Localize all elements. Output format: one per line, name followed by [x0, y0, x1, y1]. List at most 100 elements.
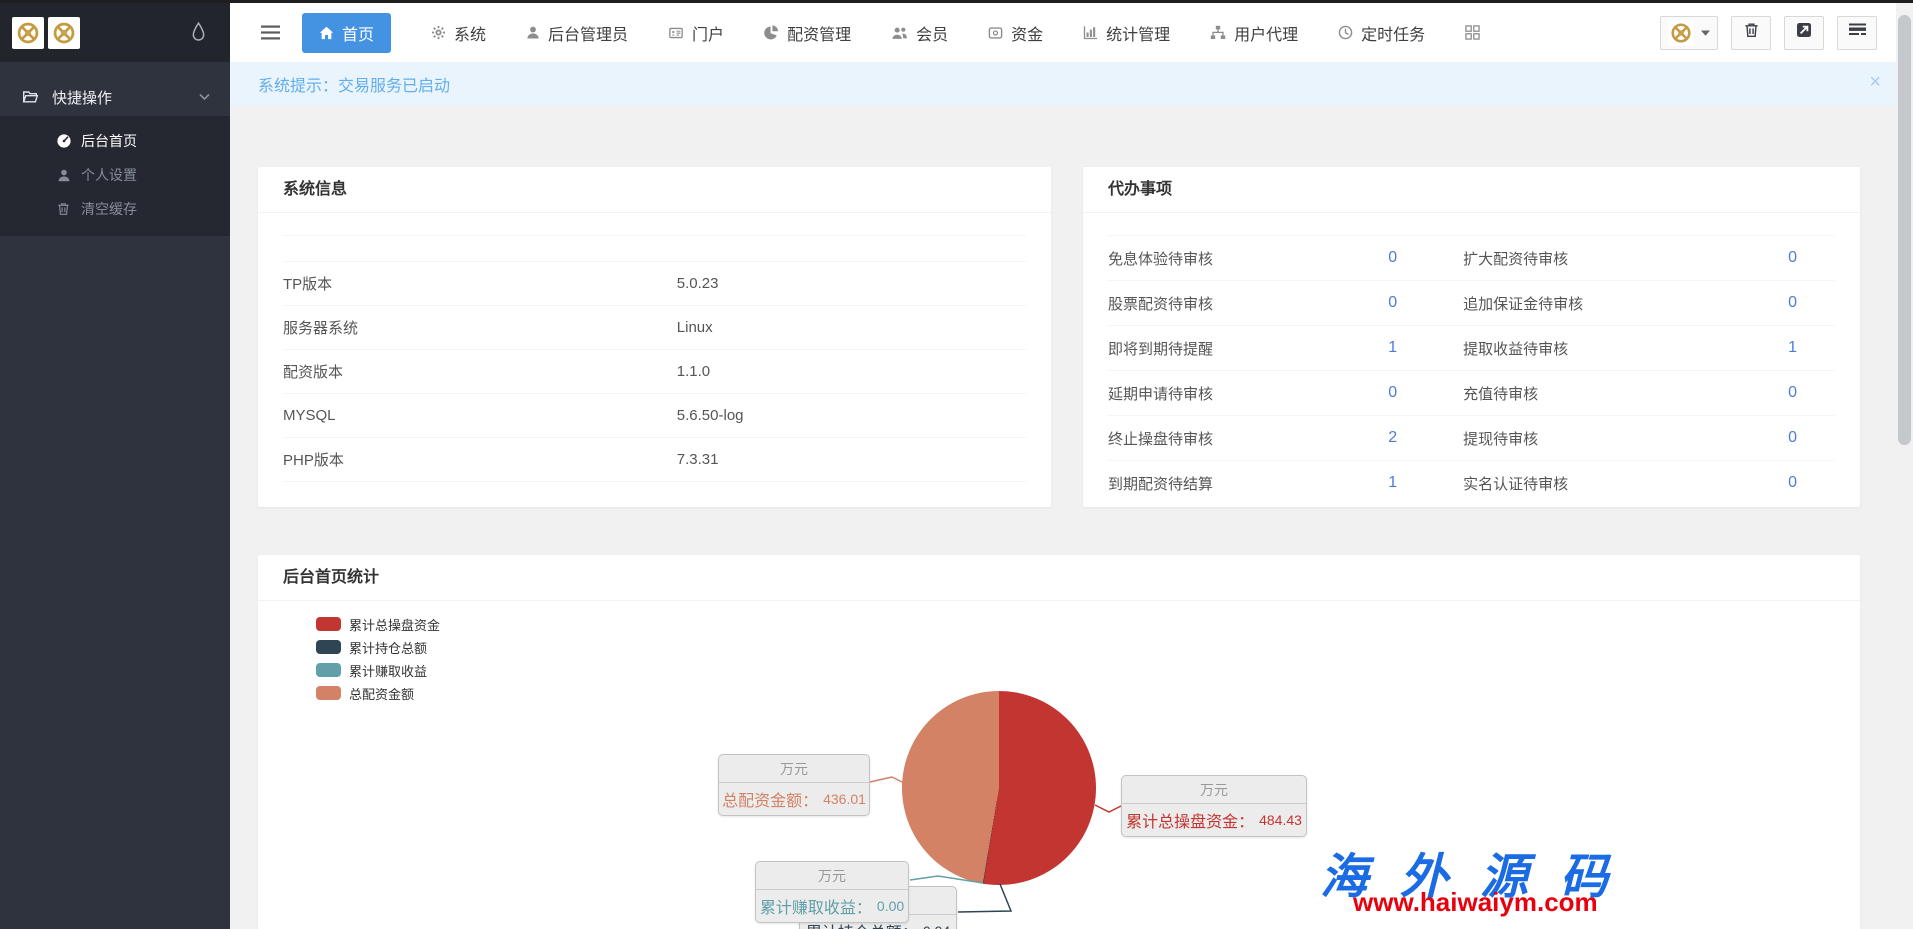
sidebar-item-dashboard[interactable]: 后台首页: [0, 124, 230, 158]
gear-icon: [431, 25, 446, 40]
legend-item[interactable]: 累计总操盘资金: [316, 617, 440, 631]
todo-count-link[interactable]: 0: [1326, 236, 1435, 281]
sidebar-group-quick-actions[interactable]: 快捷操作: [0, 78, 230, 116]
sidebar-item-label: 清空缓存: [81, 199, 137, 219]
legend-label: 累计持仓总额: [349, 638, 427, 657]
clock-icon: [1338, 25, 1353, 40]
user-icon: [55, 168, 72, 183]
pie-chart[interactable]: [902, 691, 1096, 885]
nav-item-allocation[interactable]: 配资管理: [764, 13, 851, 53]
legend-item[interactable]: 总配资金额: [316, 686, 440, 700]
table-row: PHP版本7.3.31: [283, 438, 1026, 482]
legend-label: 累计总操盘资金: [349, 615, 440, 634]
table-row: MYSQL5.6.50-log: [283, 394, 1026, 438]
todo-label: 追加保证金待审核: [1435, 281, 1711, 326]
label-name: 累计总操盘资金: [1126, 814, 1238, 831]
scrollbar-thumb[interactable]: [1898, 15, 1911, 445]
legend-swatch: [316, 663, 341, 677]
nav-item-label: 系统: [454, 21, 486, 45]
row-value: 5.0.23: [677, 262, 1026, 306]
label-name: 累计持仓总额: [806, 925, 902, 929]
nav-item-portal[interactable]: 门户: [668, 13, 724, 53]
todo-count-link[interactable]: 1: [1326, 461, 1435, 506]
table-row: 股票配资待审核0追加保证金待审核0: [1108, 281, 1835, 326]
table-row: 服务器系统Linux: [283, 306, 1026, 350]
alert-text: 系统提示：交易服务已启动: [258, 72, 450, 96]
bar-chart-icon: [1083, 25, 1098, 40]
todo-count-link[interactable]: 0: [1711, 371, 1835, 416]
chart-legend: 累计总操盘资金 累计持仓总额 累计赚取收益 总配资金额: [316, 617, 440, 709]
caret-down-icon: [1701, 30, 1710, 36]
folder-open-icon: [22, 89, 39, 105]
nav-item-label: 首页: [342, 21, 374, 45]
system-info-card: 系统信息 TP版本5.0.23 服务器系统Linux 配资版本1.1.0 MYS…: [258, 167, 1051, 507]
card-title: 代办事项: [1083, 167, 1860, 213]
card-title: 系统信息: [258, 167, 1051, 213]
table-row: 即将到期待提醒1提取收益待审核1: [1108, 326, 1835, 371]
todo-count-link[interactable]: 0: [1326, 281, 1435, 326]
table-row: 延期申请待审核0充值待审核0: [1108, 371, 1835, 416]
table-row: [283, 236, 1026, 262]
label-unit: 万元: [719, 755, 869, 783]
avatar-dropdown-button[interactable]: [1660, 16, 1718, 50]
open-frontend-button[interactable]: [1784, 16, 1824, 50]
sidebar-group-label: 快捷操作: [52, 87, 112, 108]
todo-label: 即将到期待提醒: [1108, 326, 1326, 371]
legend-item[interactable]: 累计持仓总额: [316, 640, 440, 654]
legend-label: 累计赚取收益: [349, 661, 427, 680]
sidebar-item-clear-cache[interactable]: 清空缓存: [0, 192, 230, 226]
table-row: TP版本5.0.23: [283, 262, 1026, 306]
close-icon[interactable]: ×: [1869, 72, 1881, 92]
system-alert: 系统提示：交易服务已启动 ×: [230, 62, 1913, 106]
more-menu-button[interactable]: [1837, 16, 1877, 50]
legend-item[interactable]: 累计赚取收益: [316, 663, 440, 677]
todo-count-link[interactable]: 2: [1326, 416, 1435, 461]
nav-item-label: 门户: [692, 21, 724, 45]
main-nav: 首页 系统 后台管理员 门户 配资管理 会员: [302, 13, 1528, 53]
sitemap-icon: [1210, 25, 1226, 40]
sidebar-item-label: 后台首页: [81, 131, 137, 151]
todo-count-link[interactable]: 1: [1326, 326, 1435, 371]
nav-item-stats[interactable]: 统计管理: [1083, 13, 1170, 53]
label-unit: 万元: [1122, 776, 1306, 804]
users-icon: [891, 26, 908, 40]
legend-swatch: [316, 686, 341, 700]
label-value: 436.01: [823, 791, 866, 807]
row-label: [283, 236, 677, 262]
row-value: Linux: [677, 306, 1026, 350]
todo-count-link[interactable]: 0: [1711, 236, 1835, 281]
todo-count-link[interactable]: 1: [1711, 326, 1835, 371]
todo-count-link[interactable]: 0: [1711, 461, 1835, 506]
content-area: 系统信息 TP版本5.0.23 服务器系统Linux 配资版本1.1.0 MYS…: [230, 106, 1913, 929]
id-card-icon: [668, 26, 684, 40]
topbar-actions: [1647, 16, 1913, 50]
chevron-down-icon: [199, 93, 210, 101]
nav-item-apps[interactable]: [1465, 13, 1488, 53]
clear-cache-button[interactable]: [1731, 16, 1771, 50]
nav-item-admin[interactable]: 后台管理员: [526, 13, 628, 53]
nav-item-cron[interactable]: 定时任务: [1338, 13, 1425, 53]
topbar: 首页 系统 后台管理员 门户 配资管理 会员: [230, 0, 1913, 62]
row-label: 服务器系统: [283, 306, 677, 350]
todo-card: 代办事项 免息体验待审核0扩大配资待审核0 股票配资待审核0追加保证金待审核0 …: [1083, 167, 1860, 507]
nav-item-system[interactable]: 系统: [431, 13, 486, 53]
sidebar-item-profile[interactable]: 个人设置: [0, 158, 230, 192]
label-value: 0.00: [877, 898, 904, 914]
sidebar-item-label: 个人设置: [81, 165, 137, 185]
row-label: MYSQL: [283, 394, 677, 438]
todo-count-link[interactable]: 0: [1711, 416, 1835, 461]
label-unit: 万元: [756, 862, 908, 890]
brand-logo: [12, 17, 44, 49]
nav-item-members[interactable]: 会员: [891, 13, 948, 53]
hamburger-menu-icon[interactable]: [261, 25, 280, 40]
droplet-icon: [191, 22, 206, 43]
nav-item-home[interactable]: 首页: [302, 13, 391, 53]
nav-item-agents[interactable]: 用户代理: [1210, 13, 1298, 53]
todo-count-link[interactable]: 0: [1326, 371, 1435, 416]
nav-item-funds[interactable]: 资金: [988, 13, 1043, 53]
todo-label: 股票配资待审核: [1108, 281, 1326, 326]
nav-item-label: 用户代理: [1234, 21, 1298, 45]
todo-count-link[interactable]: 0: [1711, 281, 1835, 326]
table-row: 到期配资待结算1实名认证待审核0: [1108, 461, 1835, 506]
window-top-strip: [0, 0, 1913, 3]
